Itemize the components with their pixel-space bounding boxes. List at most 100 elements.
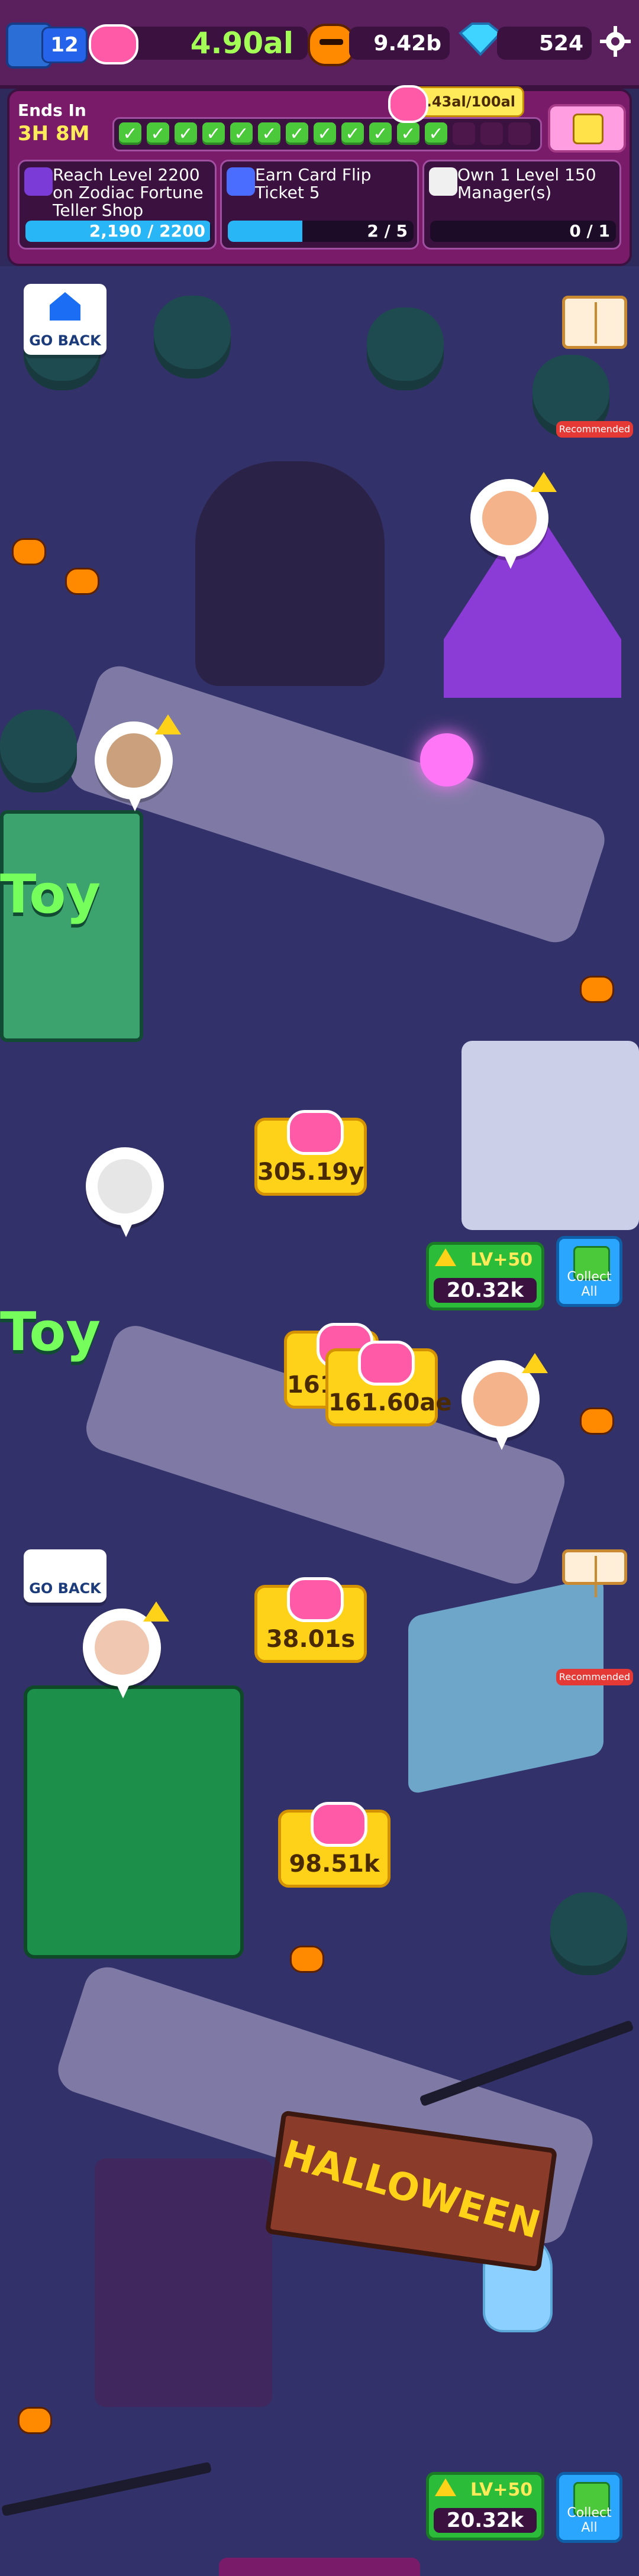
event-ends-label: Ends In xyxy=(18,101,86,120)
quest-progress-bar: 0 / 1 xyxy=(430,221,616,242)
go-back-label: GO BACK xyxy=(29,1580,101,1597)
manager-bubble[interactable] xyxy=(462,1353,548,1450)
quest-progress-value: 2,190 / 2200 xyxy=(89,221,205,241)
milestone-check-icon: ✓ xyxy=(369,122,392,145)
upgrade-arrow-icon xyxy=(522,1353,548,1373)
quest-progress-bar: 2 / 5 xyxy=(228,221,414,242)
recommended-offer[interactable]: Recommended xyxy=(556,367,633,438)
upgrade-arrow-icon xyxy=(155,714,181,734)
bottom-nav-bar[interactable] xyxy=(219,2558,420,2576)
collect-all-button[interactable]: Collect All xyxy=(556,1236,622,1307)
manager-portrait xyxy=(95,1620,149,1675)
event-progress-track: ✓ ✓ ✓ ✓ ✓ ✓ ✓ ✓ ✓ ✓ ✓ ✓ xyxy=(112,117,542,151)
pine-tree xyxy=(550,1892,627,1975)
candy-icon xyxy=(89,24,138,64)
quest-card[interactable]: Earn Card Flip Ticket 5 2 / 5 xyxy=(220,160,419,250)
go-back-label: GO BACK xyxy=(29,332,101,349)
go-back-button[interactable]: GO BACK xyxy=(24,1549,106,1603)
level-up-amount: LV+50 xyxy=(470,2480,533,2500)
gem-value: 524 xyxy=(538,31,583,56)
income-bubble[interactable]: 38.01s xyxy=(254,1577,367,1663)
milestone-check-icon: ✓ xyxy=(341,122,364,145)
recommended-label: Recommended xyxy=(556,421,633,438)
guide-book-icon[interactable] xyxy=(562,1549,627,1597)
guide-book-icon[interactable] xyxy=(562,296,627,349)
quest-progress-bar: 2,190 / 2200 xyxy=(25,221,211,242)
haunted-tree[interactable] xyxy=(195,461,385,686)
toy-store-building[interactable] xyxy=(0,810,143,1042)
upgrade-arrow-icon xyxy=(143,1601,169,1622)
milestone-check-icon: ✓ xyxy=(230,122,253,145)
settings-gear-icon[interactable] xyxy=(598,24,633,59)
manager-bubble[interactable] xyxy=(470,472,557,569)
toy-store-sign: Toy xyxy=(0,863,101,925)
manager-portrait xyxy=(473,1372,528,1426)
level-up-cost: 20.32k xyxy=(434,1278,537,1303)
milestone-check-icon: ✓ xyxy=(286,122,308,145)
witch-house-building[interactable] xyxy=(95,2158,272,2407)
manager-bubble[interactable] xyxy=(95,714,181,811)
milestone-check-icon: ✓ xyxy=(397,122,419,145)
milestone-check-icon: ✓ xyxy=(258,122,280,145)
manager-bubble[interactable] xyxy=(83,1601,169,1698)
level-up-amount: LV+50 xyxy=(470,1250,533,1270)
candy-icon xyxy=(358,1341,415,1386)
income-bubble[interactable]: 161.60ae xyxy=(325,1341,452,1426)
candy-shop-building[interactable] xyxy=(24,1685,244,1959)
quest-progress-value: 2 / 5 xyxy=(367,221,408,241)
quest-label: Earn Card Flip Ticket 5 xyxy=(255,165,372,202)
go-back-button[interactable]: GO BACK xyxy=(24,284,106,355)
milestone-empty-slot xyxy=(453,122,475,145)
milestone-empty-slot xyxy=(480,122,503,145)
pumpkin-decoration xyxy=(12,538,46,565)
level-up-cost: 20.32k xyxy=(434,2508,537,2533)
candy-icon xyxy=(311,1802,367,1847)
income-value: 98.51k xyxy=(289,1850,380,1878)
level-up-button[interactable]: LV+50 20.32k xyxy=(426,2472,544,2541)
cinema-building[interactable] xyxy=(462,1041,639,1230)
upgrade-arrow-icon xyxy=(435,1248,456,1266)
collect-all-button[interactable]: Collect All xyxy=(556,2472,622,2543)
collect-all-label: Collect All xyxy=(567,1270,612,1299)
crystal-ball xyxy=(420,733,473,787)
gem-counter: 524 xyxy=(497,27,592,60)
income-value: 161.60ae xyxy=(328,1389,452,1416)
candy-icon xyxy=(287,1110,344,1155)
toy-store-sign: Toy xyxy=(0,1301,101,1363)
quest-label: Reach Level 2200 on Zodiac Fortune Telle… xyxy=(53,165,204,220)
quest-label: Own 1 Level 150 Manager(s) xyxy=(457,165,596,202)
income-bubble[interactable]: 305.19y xyxy=(254,1110,367,1196)
manager-bubble[interactable] xyxy=(86,1147,164,1237)
manager-button[interactable] xyxy=(548,104,626,153)
quest-progress-fill xyxy=(228,221,302,242)
milestone-check-icon: ✓ xyxy=(175,122,197,145)
pumpkin-value: 9.42b xyxy=(373,31,441,56)
manager-portrait xyxy=(482,491,537,545)
milestone-check-icon: ✓ xyxy=(425,122,447,145)
collect-all-label: Collect All xyxy=(567,2506,612,2535)
quest-progress-value: 0 / 1 xyxy=(569,221,610,241)
pumpkin-counter: 9.42b xyxy=(349,27,450,60)
ticket-icon xyxy=(227,167,255,196)
upgrade-arrow-icon xyxy=(531,472,557,492)
quest-card[interactable]: Own 1 Level 150 Manager(s) 0 / 1 xyxy=(422,160,621,250)
manager-portrait xyxy=(106,733,161,788)
player-level-badge: 12 xyxy=(41,27,88,63)
recommended-offer[interactable]: Recommended xyxy=(556,1614,633,1685)
income-bubble[interactable]: 98.51k xyxy=(278,1802,390,1888)
quest-card[interactable]: Reach Level 2200 on Zodiac Fortune Telle… xyxy=(18,160,217,250)
level-up-button[interactable]: LV+50 20.32k xyxy=(426,1242,544,1310)
pumpkin-decoration xyxy=(580,1407,614,1435)
reward-candy-icon xyxy=(388,85,428,123)
zodiac-shop-icon xyxy=(24,167,53,196)
milestone-check-icon: ✓ xyxy=(147,122,169,145)
event-ends-time: 3H 8M xyxy=(18,122,90,145)
pumpkin-decoration xyxy=(290,1946,324,1973)
pine-tree xyxy=(154,296,231,378)
pumpkin-decoration xyxy=(580,976,614,1003)
income-value: 305.19y xyxy=(257,1158,364,1186)
manager-portrait xyxy=(98,1159,152,1213)
milestone-check-icon: ✓ xyxy=(314,122,336,145)
pumpkin-decoration xyxy=(18,2407,52,2434)
milestone-empty-slot xyxy=(508,122,531,145)
